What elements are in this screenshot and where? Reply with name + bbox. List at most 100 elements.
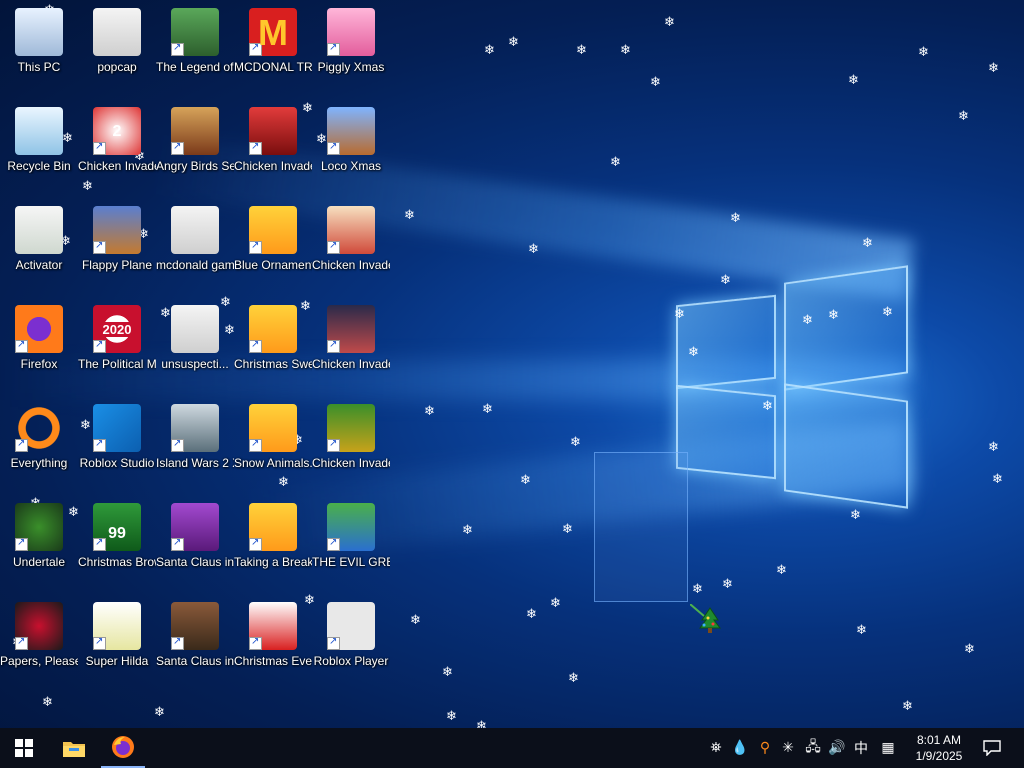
desktop-icon-label: Everything (10, 456, 68, 470)
desktop-icon[interactable]: M MCDONAL TREASURE... (234, 2, 312, 98)
shortcut-arrow-icon (15, 438, 28, 452)
shortcut-arrow-icon (15, 537, 28, 551)
desktop-icon-label: THE EVIL GREEN ME... (312, 555, 390, 569)
desktop-icon[interactable]: This PC (0, 2, 78, 98)
ime-indicator[interactable]: 中 (850, 728, 872, 768)
shortcut-arrow-icon (327, 141, 340, 155)
desktop-icon[interactable]: Roblox Studio (78, 398, 156, 494)
water-drop-icon[interactable]: 💧 (730, 728, 750, 768)
sparkle-tray-icon[interactable]: ✳ (778, 728, 798, 768)
snowflake-icon: ❄ (520, 473, 531, 488)
pixel-character-icon (93, 602, 141, 650)
desktop-icon[interactable]: Loco Xmas (312, 101, 390, 197)
snowflake-icon: ❄ (562, 522, 573, 537)
action-center-button[interactable] (978, 728, 1006, 768)
desktop-icon[interactable]: Recycle Bin (0, 101, 78, 197)
people-icon[interactable]: ⛯ (706, 728, 726, 768)
desktop-icon-label: Activator (15, 258, 63, 272)
desktop-icon[interactable]: unsuspecti... (156, 299, 234, 395)
snowflake-icon: ❄ (154, 705, 165, 720)
desktop-icon[interactable]: 99 Christmas Browser 99 (78, 497, 156, 593)
desktop-icon[interactable]: Chicken Invaders C... (234, 101, 312, 197)
system-clock[interactable]: 8:01 AM 1/9/2025 (906, 732, 972, 764)
desktop-icon[interactable]: Santa Claus in Trouble... A... (156, 596, 234, 692)
selection-rectangle (594, 452, 688, 602)
chicken-icon: 2 (93, 107, 141, 155)
snowflake-icon: ❄ (404, 208, 415, 223)
desktop-icon[interactable]: 2020 The Political Machine 2... (78, 299, 156, 395)
desktop-icon-label: Recycle Bin (7, 159, 71, 173)
folder-icon (171, 206, 219, 254)
desktop-icon[interactable]: Island Wars 2 Xmas (156, 398, 234, 494)
desktop-icon[interactable]: The Legend of Zilda (156, 2, 234, 98)
folder-icon (171, 305, 219, 353)
computer-icon (15, 8, 63, 56)
desktop-icon[interactable]: Christmas Sweets.exe (234, 299, 312, 395)
keyboard-grid-icon[interactable]: ▦ (876, 728, 900, 768)
santa-icon (171, 503, 219, 551)
game-character-icon (171, 8, 219, 56)
desktop-icon[interactable]: Undertale (0, 497, 78, 593)
shortcut-arrow-icon (171, 438, 184, 452)
volume-icon[interactable]: 🔊 (826, 728, 848, 768)
snowflake-icon: ❄ (568, 671, 579, 686)
desktop-icon[interactable]: Santa Claus in Trouble (156, 497, 234, 593)
desktop-icon[interactable]: Angry Birds Seasons (156, 101, 234, 197)
desktop-icon-label: popcap (97, 60, 137, 74)
desktop-icon[interactable]: popcap (78, 2, 156, 98)
desktop-icon[interactable]: Blue Ornaments.... (234, 200, 312, 296)
taskbar: ⛯ 💧 ⚲ ✳ 🖧 🔊 中 ▦ 8:01 AM 1/9/2025 (0, 728, 1024, 768)
snowflake-icon: ❄ (442, 665, 453, 680)
everything-search-tray-icon[interactable]: ⚲ (754, 728, 776, 768)
desktop-icon-label: The Legend of Zilda (156, 60, 234, 74)
desktop-icon[interactable]: THE EVIL GREEN ME... (312, 497, 390, 593)
desktop-icon-label: Chicken Invaders C... (234, 159, 312, 173)
snowflake-icon: ❄ (446, 709, 457, 724)
start-button[interactable] (2, 728, 46, 768)
desktop-icon[interactable]: Christmas Eve Crisis (234, 596, 312, 692)
desktop-icon-label: Papers, Please (0, 654, 78, 668)
frisk-character-icon (15, 503, 63, 551)
roblox-player-icon (327, 602, 375, 650)
shortcut-arrow-icon (93, 339, 106, 353)
snowflake-icon: ❄ (570, 435, 581, 450)
desktop-icon[interactable]: Super Hilda (78, 596, 156, 692)
desktop-icon[interactable]: Activator (0, 200, 78, 296)
snowflake-icon: ❄ (424, 404, 435, 419)
desktop-icon[interactable]: Snow Animals.exe (234, 398, 312, 494)
desktop-icon-label: Chicken Invaders 2 (78, 159, 156, 173)
desktop-icon[interactable]: Chicken Invaders... (312, 200, 390, 296)
icon-badge-text: 2020 (93, 322, 141, 337)
shortcut-arrow-icon (93, 240, 106, 254)
snowflake-icon: ❄ (918, 45, 929, 60)
shortcut-arrow-icon (15, 339, 28, 353)
desktop-icon-label: mcdonald games (156, 258, 234, 272)
desktop-icon-label: Christmas Sweets.exe (234, 357, 312, 371)
snowflake-icon: ❄ (610, 155, 621, 170)
desktop-icon[interactable]: 2 Chicken Invaders 2 (78, 101, 156, 197)
star-puzzle-icon (249, 305, 297, 353)
file-explorer-button[interactable] (52, 728, 96, 768)
desktop-icon[interactable]: Papers, Please (0, 596, 78, 692)
network-icon[interactable]: 🖧 (802, 728, 824, 768)
desktop-icon-label: Piggly Xmas (317, 60, 385, 74)
desktop-icon[interactable]: Taking a Break.exe (234, 497, 312, 593)
desktop-icon[interactable]: Chicken Invaders... (312, 299, 390, 395)
desktop-icon[interactable]: mcdonald games (156, 200, 234, 296)
desktop-icon[interactable]: Chicken Invaders... (312, 398, 390, 494)
firefox-taskbar-button[interactable] (101, 728, 145, 768)
desktop-icon-label: Flappy Plane (81, 258, 153, 272)
shortcut-arrow-icon (93, 141, 106, 155)
desktop-icon[interactable]: Flappy Plane (78, 200, 156, 296)
snowflake-icon: ❄ (550, 596, 561, 611)
snowflake-icon: ❄ (992, 472, 1003, 487)
desktop-icon-label: Chicken Invaders... (312, 357, 390, 371)
desktop-icon[interactable]: Firefox (0, 299, 78, 395)
shortcut-arrow-icon (249, 339, 262, 353)
desktop-icon[interactable]: Piggly Xmas (312, 2, 390, 98)
desktop-icon[interactable]: Roblox Player (312, 596, 390, 692)
snowflake-icon: ❄ (902, 699, 913, 714)
desktop-icon[interactable]: Everything (0, 398, 78, 494)
island-icon (171, 404, 219, 452)
clock-time: 8:01 AM (916, 733, 962, 747)
